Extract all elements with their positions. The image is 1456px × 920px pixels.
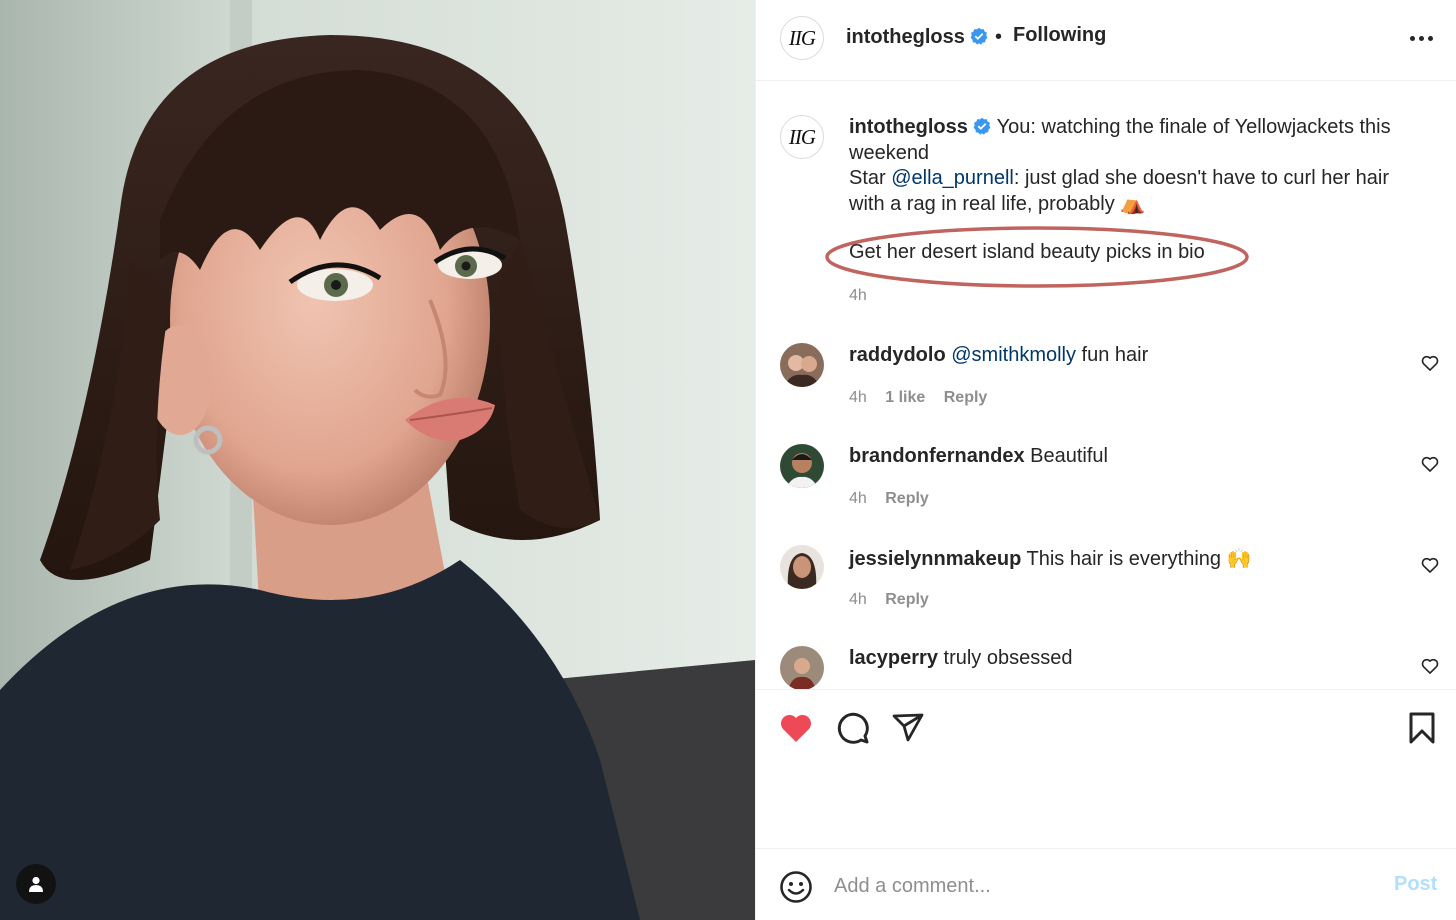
- comment-meta: 4h 1 like Reply: [849, 389, 1001, 407]
- caption-cta: Get her desert island beauty picks in bi…: [849, 241, 1205, 263]
- tagged-people-button[interactable]: [16, 864, 56, 904]
- caption-mention-link[interactable]: @ella_purnell: [891, 167, 1014, 189]
- comment-username[interactable]: brandonfernandex: [849, 445, 1025, 467]
- comment-timestamp[interactable]: 4h: [849, 490, 867, 507]
- comment-like-heart-icon[interactable]: [1420, 353, 1440, 373]
- post-header: IIG intothegloss • Following: [756, 0, 1456, 81]
- avatar-logo-text: IIG: [788, 25, 816, 50]
- share-send-icon[interactable]: [890, 710, 926, 746]
- comment-item: lacyperry truly obsessed: [756, 646, 1456, 689]
- comment-composer: Post: [756, 848, 1456, 920]
- tent-emoji: ⛺: [1120, 192, 1146, 215]
- comment-avatar[interactable]: [780, 343, 824, 387]
- comment-username[interactable]: raddydolo: [849, 344, 946, 366]
- post-comment-button[interactable]: Post: [1394, 873, 1437, 896]
- comment-text: lacyperry truly obsessed: [849, 647, 1389, 670]
- comment-like-heart-icon[interactable]: [1420, 454, 1440, 474]
- comment-item: raddydolo @smithkmolly fun hair 4h 1 lik…: [756, 343, 1456, 443]
- comment-body: fun hair: [1076, 344, 1149, 366]
- account-avatar[interactable]: IIG: [780, 16, 824, 60]
- person-icon: [29, 876, 43, 892]
- post-detail-panel: IIG intothegloss • Following IIG intothe…: [755, 0, 1456, 920]
- save-bookmark-icon[interactable]: [1404, 710, 1440, 746]
- comment-bubble-icon[interactable]: [834, 710, 870, 746]
- avatar-logo-text: IIG: [788, 124, 816, 149]
- comment-likes-link[interactable]: 1 like: [885, 389, 925, 406]
- comment-meta: 4h Reply: [849, 490, 943, 508]
- caption-username[interactable]: intothegloss: [849, 116, 968, 138]
- header-separator: •: [995, 26, 1003, 48]
- emoji-picker-icon[interactable]: [778, 869, 814, 905]
- comment-body: truly obsessed: [937, 647, 1073, 669]
- comment-body: Beautiful: [1024, 445, 1108, 467]
- comment-reply-button[interactable]: Reply: [885, 490, 929, 507]
- like-heart-icon[interactable]: [778, 710, 814, 746]
- comment-reply-button[interactable]: Reply: [944, 389, 988, 406]
- comment-timestamp[interactable]: 4h: [849, 591, 867, 608]
- caption-text: intothegloss You: watching the finale of…: [849, 115, 1419, 217]
- comment-reply-button[interactable]: Reply: [885, 591, 929, 608]
- header-username[interactable]: intothegloss: [846, 26, 988, 49]
- caption-timestamp[interactable]: 4h: [849, 287, 867, 305]
- comment-avatar[interactable]: [780, 545, 824, 589]
- comment-item: brandonfernandex Beautiful 4h Reply: [756, 444, 1456, 544]
- comment-timestamp[interactable]: 4h: [849, 389, 867, 406]
- comment-avatar[interactable]: [780, 646, 824, 689]
- comment-avatar[interactable]: [780, 444, 824, 488]
- comment-text: brandonfernandex Beautiful: [849, 445, 1389, 468]
- more-options-icon[interactable]: [1406, 28, 1436, 48]
- post-actions: [756, 689, 1456, 849]
- following-button[interactable]: Following: [1013, 24, 1106, 47]
- portrait-image: [0, 0, 755, 920]
- comment-like-heart-icon[interactable]: [1420, 555, 1440, 575]
- caption-avatar[interactable]: IIG: [780, 115, 824, 159]
- comment-username[interactable]: lacyperry: [849, 647, 938, 669]
- comment-text: raddydolo @smithkmolly fun hair: [849, 344, 1389, 367]
- comment-like-heart-icon[interactable]: [1420, 656, 1440, 676]
- verified-badge-icon: [974, 117, 991, 135]
- username-link[interactable]: intothegloss: [846, 26, 965, 48]
- verified-badge-icon: [971, 27, 988, 45]
- comment-item: jessielynnmakeup This hair is everything…: [756, 545, 1456, 645]
- comment-meta: 4h Reply: [849, 591, 943, 609]
- add-comment-input[interactable]: [834, 871, 1374, 901]
- post-photo[interactable]: [0, 0, 755, 920]
- comment-username[interactable]: jessielynnmakeup: [849, 548, 1021, 570]
- comment-body: This hair is everything 🙌: [1021, 548, 1252, 570]
- caption-line-2-prefix: Star: [849, 167, 892, 189]
- comment-mention-link[interactable]: @smithkmolly: [951, 344, 1076, 366]
- comment-text: jessielynnmakeup This hair is everything…: [849, 546, 1389, 571]
- comments-list[interactable]: IIG intothegloss You: watching the final…: [756, 81, 1456, 689]
